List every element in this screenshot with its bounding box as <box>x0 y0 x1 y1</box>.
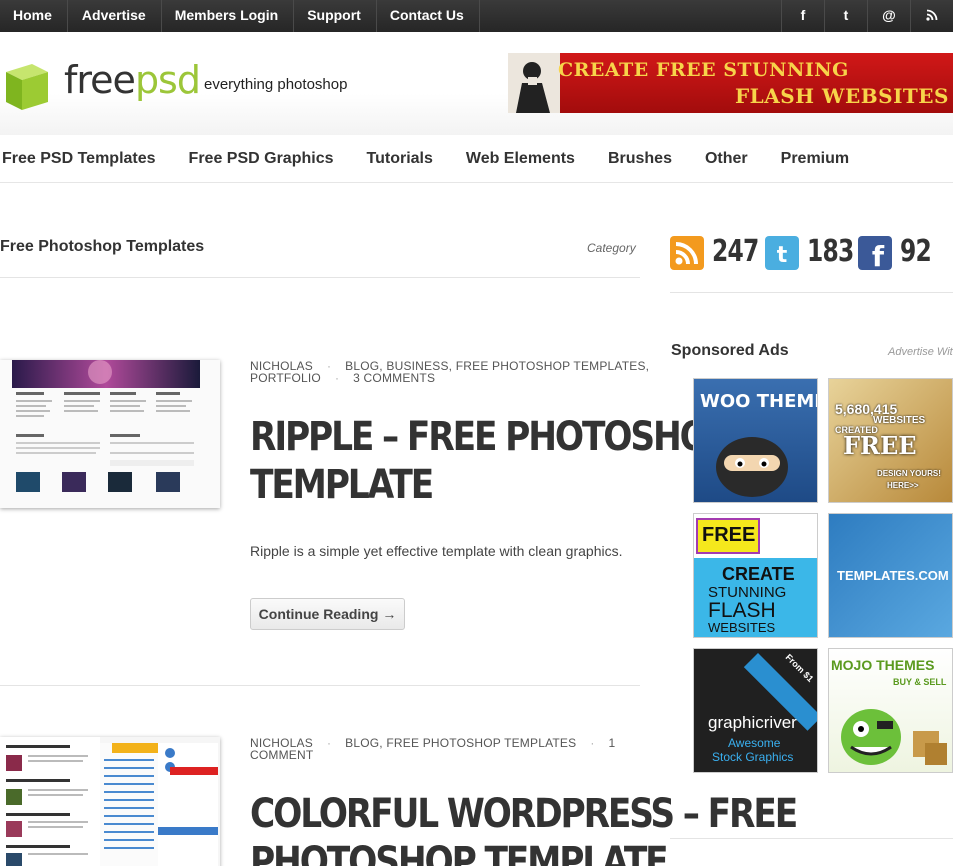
ad-stock-graphics: Stock Graphics <box>712 750 794 764</box>
header-banner-ad[interactable]: CREATE FREE STUNNING FLASH WEBSITES <box>508 53 953 113</box>
facebook-count: 92 <box>900 234 932 269</box>
rss-icon[interactable] <box>910 0 953 32</box>
top-nav-home[interactable]: Home <box>0 0 68 32</box>
divider <box>0 277 640 278</box>
banner-line-1: CREATE FREE STUNNING <box>558 59 849 81</box>
ad-free-word: FREE <box>702 524 756 546</box>
nav-premium[interactable]: Premium <box>781 150 849 168</box>
post-categories[interactable]: BLOG, FREE PHOTOSHOP TEMPLATES <box>345 736 576 750</box>
template-preview-image <box>0 737 220 866</box>
divider <box>0 685 640 686</box>
main-nav: Free PSD Templates Free PSD Graphics Tut… <box>0 135 953 183</box>
twitter-icon: t <box>765 236 799 270</box>
ad-websites-free[interactable]: 5,680,415 WEBSITES CREATED FREE DESIGN Y… <box>828 378 953 503</box>
post-excerpt: Ripple is a simple yet effective templat… <box>250 543 623 559</box>
tagline: everything photoshop <box>204 76 348 93</box>
page-title: Free Photoshop Templates <box>0 238 205 255</box>
post-title[interactable]: COLORFUL WORDPRESS – FREE PHOTOSHOP TEMP… <box>250 790 798 866</box>
nav-brushes[interactable]: Brushes <box>608 150 672 168</box>
email-icon[interactable]: @ <box>867 0 910 32</box>
post-comments-label[interactable]: COMMENT <box>250 748 313 762</box>
ad-free-word: FREE <box>843 431 917 460</box>
ad-websites: WEBSITES <box>708 620 776 635</box>
top-nav-support[interactable]: Support <box>294 0 377 32</box>
ad-websites-word: WEBSITES <box>873 415 926 426</box>
nav-web-elements[interactable]: Web Elements <box>466 150 575 168</box>
social-links: f t @ <box>781 0 953 32</box>
ad-design-yours: DESIGN YOURS! <box>877 469 941 478</box>
banner-portrait <box>508 53 560 113</box>
ad-awesome: Awesome <box>728 736 781 750</box>
logo-free: free <box>64 58 136 102</box>
rss-count: 247 <box>712 234 759 269</box>
facebook-icon: f <box>858 236 892 270</box>
sponsored-ads-title: Sponsored Ads <box>671 342 789 359</box>
top-nav-contact-us[interactable]: Contact Us <box>377 0 480 32</box>
ad-templates-com[interactable]: TEMPLATES.COM <box>828 513 953 638</box>
template-preview-image <box>0 360 220 508</box>
nav-tutorials[interactable]: Tutorials <box>367 150 433 168</box>
ad-here: HERE>> <box>887 481 919 490</box>
ad-graphicriver[interactable]: From $1 graphicriver Awesome Stock Graph… <box>693 648 818 773</box>
twitter-count: 183 <box>807 234 854 269</box>
post-comments[interactable]: 3 COMMENTS <box>353 371 435 385</box>
divider <box>670 838 953 839</box>
ninja-mascot-icon <box>716 437 788 497</box>
svg-text:t: t <box>777 243 788 268</box>
svg-text:f: f <box>872 240 885 270</box>
twitter-icon[interactable]: t <box>824 0 867 32</box>
site-header: freepsd everything photoshop CREATE FREE… <box>0 32 953 135</box>
ad-templates-text: TEMPLATES.COM <box>837 568 949 583</box>
top-nav: Home Advertise Members Login Support Con… <box>0 0 480 32</box>
nav-free-psd-templates[interactable]: Free PSD Templates <box>2 150 156 168</box>
post-meta: NICHOLAS · BLOG, BUSINESS, FREE PHOTOSHOP … <box>250 359 650 385</box>
ad-woothemes[interactable]: WOO THEMES <box>693 378 818 503</box>
logo-cube-icon[interactable] <box>2 60 50 112</box>
post-categories-cont[interactable]: PORTFOLIO <box>250 371 321 385</box>
social-counters: 247 t 183 f 92 <box>670 234 953 274</box>
banner-line-2: FLASH WEBSITES <box>734 84 949 108</box>
post-title-line-2: PHOTOSHOP TEMPLATE <box>250 839 669 866</box>
ad-mojothemes[interactable]: MOJO THEMES BUY & SELL <box>828 648 953 773</box>
category-label: Category <box>587 241 636 255</box>
post-title-line-2: TEMPLATE <box>250 462 434 508</box>
post-comments-count[interactable]: 1 <box>609 736 616 750</box>
post-thumbnail[interactable] <box>0 360 220 508</box>
top-bar: Home Advertise Members Login Support Con… <box>0 0 953 32</box>
ad-graphicriver-name: graphicriver <box>708 713 797 732</box>
logo[interactable]: freepsd <box>64 58 201 102</box>
nav-free-psd-graphics[interactable]: Free PSD Graphics <box>189 150 334 168</box>
post-title-line-1: RIPPLE – FREE PHOTOSHOP <box>250 414 732 460</box>
facebook-icon[interactable]: f <box>781 0 824 32</box>
post-thumbnail[interactable] <box>0 737 220 866</box>
logo-psd: psd <box>134 58 201 102</box>
post-meta: NICHOLAS · BLOG, FREE PHOTOSHOP TEMPLATES ·… <box>250 736 616 762</box>
top-nav-members-login[interactable]: Members Login <box>162 0 295 32</box>
divider <box>670 292 953 293</box>
advertise-link[interactable]: Advertise Wit <box>888 346 953 358</box>
top-nav-advertise[interactable]: Advertise <box>68 0 162 32</box>
rss-icon <box>670 236 704 270</box>
monster-mascot-icon <box>841 709 947 765</box>
ad-flash-websites[interactable]: FREE CREATE STUNNING FLASH WEBSITES <box>693 513 818 638</box>
post-title-line-1: COLORFUL WORDPRESS – FREE <box>250 791 798 837</box>
nav-other[interactable]: Other <box>705 150 748 168</box>
continue-reading-button[interactable]: Continue Reading → <box>250 598 405 630</box>
ad-ribbon-text: From $1 <box>783 652 816 684</box>
ad-create: CREATE <box>722 564 795 584</box>
post-title[interactable]: RIPPLE – FREE PHOTOSHOP TEMPLATE <box>250 413 732 509</box>
